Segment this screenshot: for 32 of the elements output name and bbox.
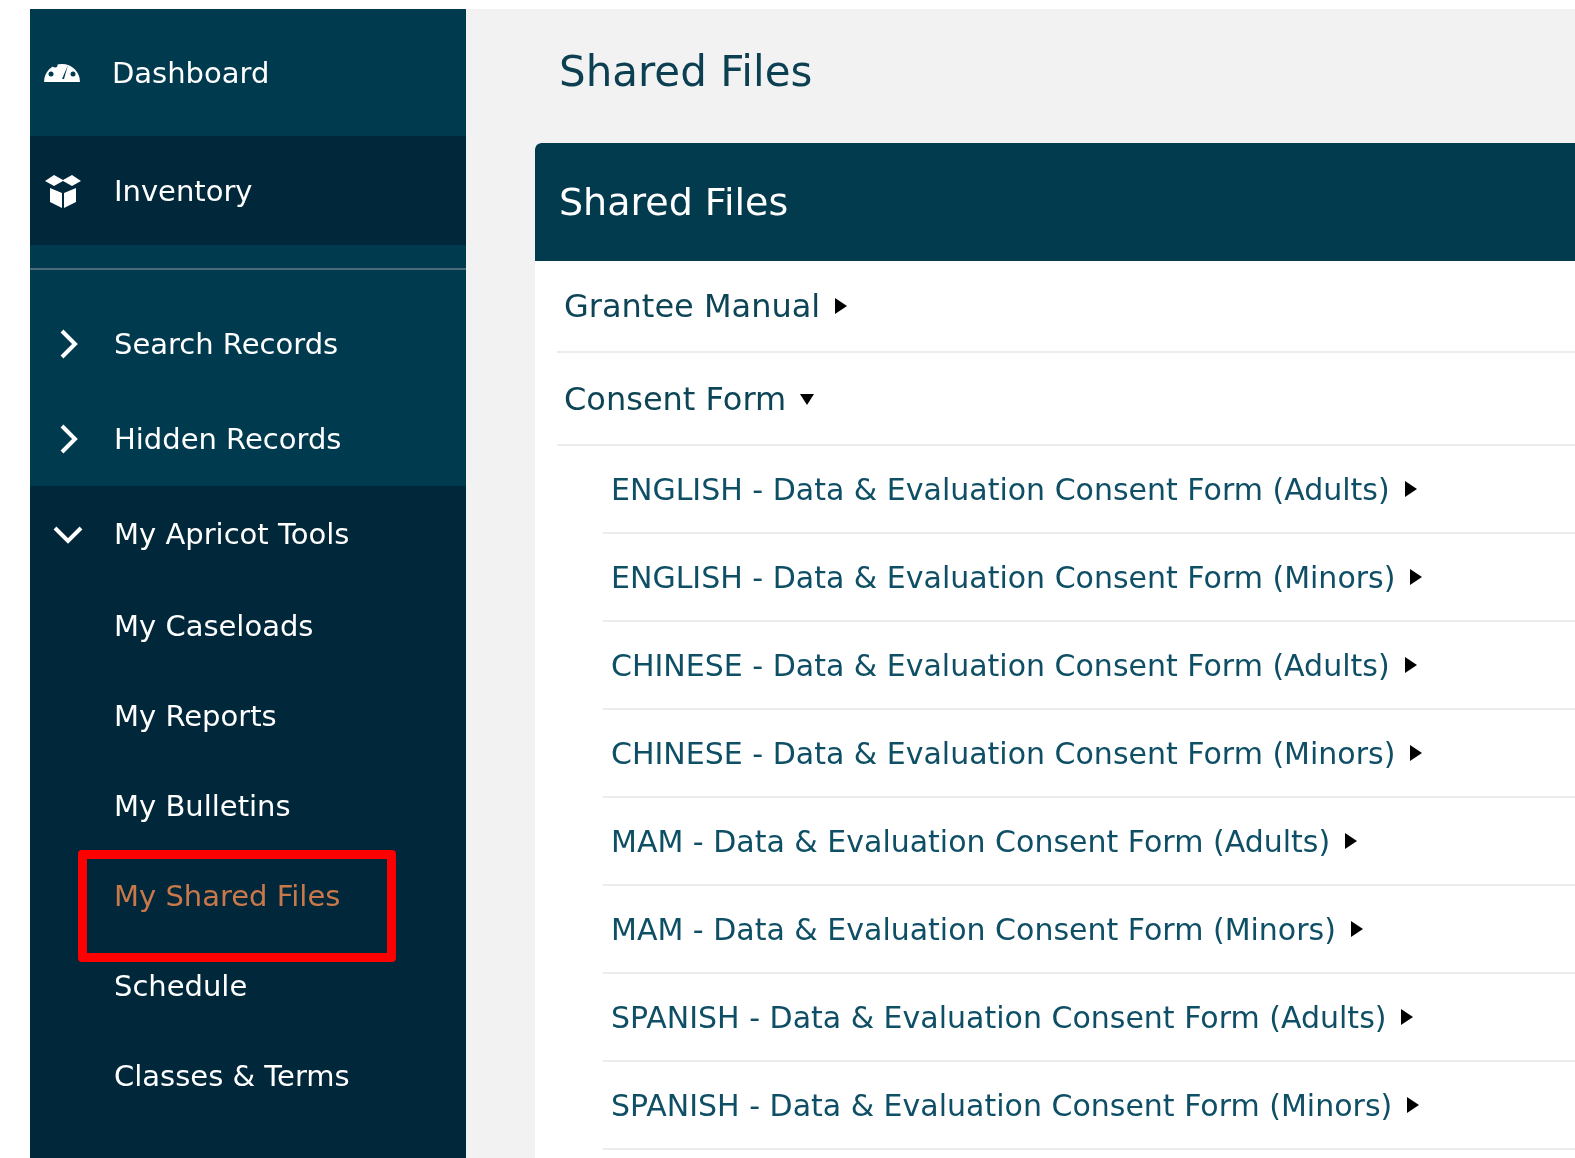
file-link[interactable]: CHINESE - Data & Evaluation Consent Form (Adults): [603, 622, 1575, 710]
panel-title: Shared Files: [559, 180, 789, 224]
sidebar-link[interactable]: Schedule: [114, 969, 248, 1003]
caret-icon: [1349, 920, 1364, 938]
caret-icon: [1409, 744, 1424, 762]
caret-icon: [1403, 656, 1418, 674]
sidebar-item[interactable]: Inventory: [30, 136, 466, 245]
file-link[interactable]: ENGLISH - Data & Evaluation Consent Form (Adults): [603, 446, 1575, 534]
sidebar-item[interactable]: Search Records: [30, 296, 466, 391]
page-title: Shared Files: [558, 45, 814, 98]
sidebar-link[interactable]: My Shared Files: [114, 879, 341, 913]
sidebar-item[interactable]: Hidden Records: [30, 391, 466, 486]
sidebar-item[interactable]: My Apricot Tools: [30, 486, 466, 581]
sidebar-link[interactable]: Classes & Terms: [114, 1059, 350, 1093]
file-link[interactable]: CHINESE - Data & Evaluation Consent Form (Minors): [603, 710, 1575, 798]
file-link[interactable]: SPANISH - Data & Evaluation Consent Form (Adults): [603, 974, 1575, 1062]
caret-icon: [1409, 568, 1424, 586]
caret-icon: [1403, 480, 1418, 498]
caret-icon: [1344, 832, 1359, 850]
caret-icon: [1400, 1008, 1415, 1026]
sidebar-link[interactable]: My Reports: [114, 699, 277, 733]
folder-row[interactable]: Consent Form: [557, 353, 1575, 446]
sidebar-item[interactable]: Dashboard: [30, 9, 466, 136]
file-link[interactable]: ENGLISH - Data & Evaluation Consent Form (Minors): [603, 534, 1575, 622]
gauge-icon: [42, 62, 82, 83]
folder-row[interactable]: Grantee Manual: [557, 261, 1575, 353]
file-link[interactable]: SPANISH - Data & Evaluation Consent Form (Minors): [603, 1062, 1575, 1150]
caret-icon: [1406, 1096, 1421, 1114]
sidebar-link[interactable]: My Caseloads: [114, 609, 314, 643]
file-link[interactable]: MAM - Data & Evaluation Consent Form (Minors): [603, 886, 1575, 974]
sidebar-link[interactable]: My Bulletins: [114, 789, 291, 823]
file-link[interactable]: MAM - Data & Evaluation Consent Form (Adults): [603, 798, 1575, 886]
